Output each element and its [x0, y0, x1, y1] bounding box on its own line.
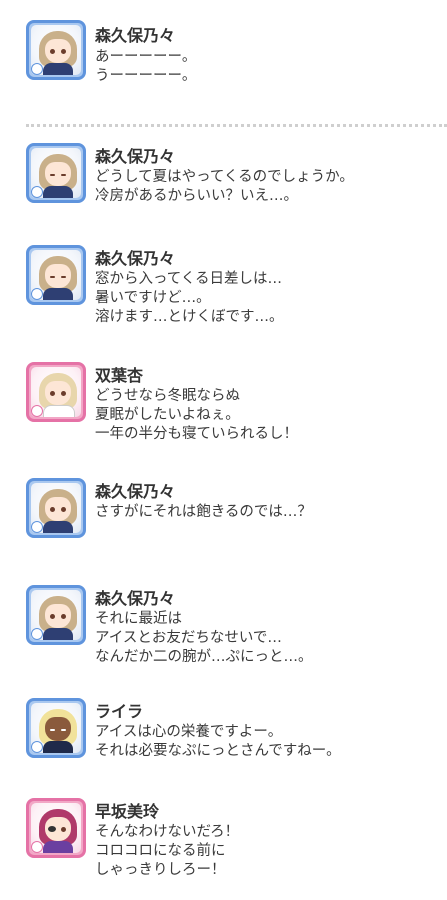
avatar — [26, 698, 86, 758]
dotted-divider — [26, 124, 447, 127]
message-text: どうせなら冬眠ならぬ 夏眠がしたいよねぇ。 一年の半分も寝ていられるし！ — [95, 388, 298, 442]
cool-type-icon — [31, 288, 43, 300]
cute-type-icon — [31, 405, 43, 417]
message-text: そんなわけないだろ！ コロコロになる前に しゃっきりしろー！ — [95, 824, 240, 878]
avatar — [26, 143, 86, 203]
message-text: 窓から入ってくる日差しは… 暑いですけど…。 溶けます…とけくぼです…。 — [95, 271, 284, 325]
avatar — [26, 245, 86, 305]
avatar — [26, 362, 86, 422]
cool-type-icon — [31, 521, 43, 533]
avatar — [26, 478, 86, 538]
speaker-name: ライラ — [95, 702, 144, 721]
message-text: それに最近は アイスとお友だちなせいで… なんだか二の腕が…ぷにっと…。 — [95, 611, 313, 665]
speaker-name: 森久保乃々 — [95, 589, 176, 608]
message-text: どうして夏はやってくるのでしょうか。 冷房があるからいい？いえ…。 — [95, 169, 354, 204]
cool-type-icon — [31, 741, 43, 753]
speaker-name: 双葉杏 — [95, 366, 144, 385]
speaker-name: 早坂美玲 — [95, 802, 160, 821]
cool-type-icon — [31, 186, 43, 198]
message-text: さすがにそれは飽きるのでは…？ — [95, 504, 312, 520]
speaker-name: 森久保乃々 — [95, 482, 176, 501]
cool-type-icon — [31, 63, 43, 75]
avatar — [26, 585, 86, 645]
speaker-name: 森久保乃々 — [95, 26, 176, 45]
avatar — [26, 798, 86, 858]
cute-type-icon — [31, 841, 43, 853]
message-text: アイスは心の栄養ですよー。 それは必要なぷにっとさんですねー。 — [95, 724, 341, 759]
message-text: あーーーーー。 うーーーーー。 — [95, 49, 197, 84]
speaker-name: 森久保乃々 — [95, 249, 176, 268]
speaker-name: 森久保乃々 — [95, 147, 176, 166]
cool-type-icon — [31, 628, 43, 640]
avatar — [26, 20, 86, 80]
